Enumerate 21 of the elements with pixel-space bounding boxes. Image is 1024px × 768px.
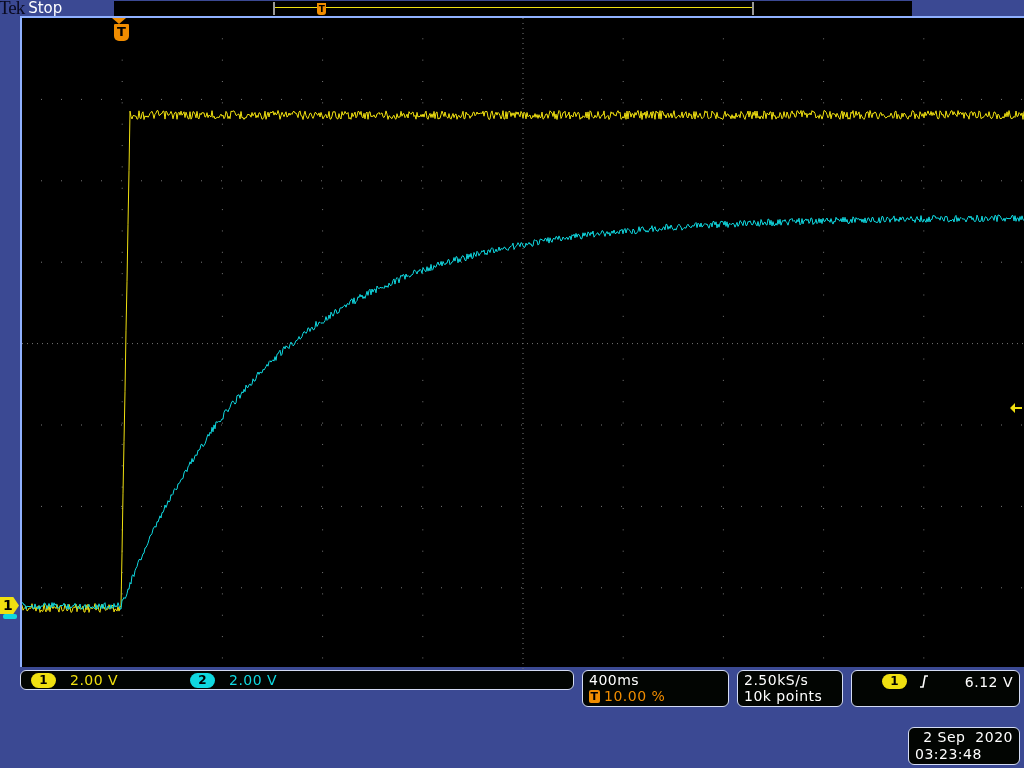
trigger-level: 6.12 V — [964, 674, 1013, 690]
trigger-position-marker: T — [317, 2, 327, 15]
ground-marker[interactable]: 1 — [0, 597, 19, 614]
timebase-scale: 400ms — [589, 672, 640, 688]
channel-scale: 2.00 V — [70, 672, 120, 688]
acquisition-status: Stop — [28, 0, 64, 16]
trigger-level-icon — [1010, 403, 1022, 413]
record-length: 10k points — [744, 688, 823, 704]
sample-rate: 2.50kS/s — [744, 672, 809, 688]
arrow-icon — [112, 18, 126, 24]
rising-edge-icon — [919, 675, 929, 688]
marker-icon — [3, 614, 17, 619]
channel-scale: 2.00 V — [229, 672, 279, 688]
time-text: 03:23:48 — [915, 746, 982, 763]
channel-badge[interactable]: 1 — [31, 672, 56, 688]
trigger-source[interactable]: 1 — [882, 674, 907, 689]
trigger-label: T — [589, 689, 600, 703]
brand-logo: Tek — [0, 0, 25, 16]
date-text: 2 Sep 2020 — [923, 729, 1013, 746]
channel-badge[interactable]: 2 — [190, 672, 215, 688]
trigger-position: 10.00 % — [604, 688, 666, 704]
